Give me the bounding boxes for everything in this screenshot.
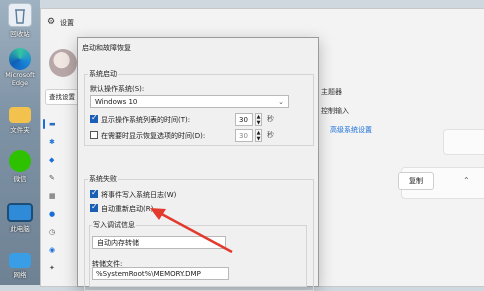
time-language-icon[interactable]: ◷ (49, 228, 59, 236)
system-icon[interactable]: ▬ (49, 120, 59, 128)
show-recovery-seconds[interactable]: 30 (235, 129, 253, 142)
show-os-list-checkbox[interactable] (90, 113, 98, 123)
this-pc-icon (7, 203, 33, 222)
accounts-icon[interactable]: ● (49, 210, 59, 218)
desktop-icon-label: 此电脑 (10, 225, 30, 233)
desktop-icon-label: 回收站 (10, 30, 30, 38)
startup-recovery-dialog: 启动和故障恢复 系统启动 默认操作系统(S): Windows 10 ⌄ 显示操… (77, 37, 319, 291)
desktop-icon-label: 微信 (13, 175, 27, 183)
desktop-icon-label: 文件夹 (10, 126, 30, 134)
debug-info-value: 自动内存转储 (97, 239, 139, 247)
settings-title: 设置 (60, 19, 74, 27)
dialog-title: 启动和故障恢复 (82, 44, 131, 52)
gear-icon: ⚙ (47, 17, 56, 27)
system-startup-label: 系统启动 (88, 69, 118, 79)
network-icon (9, 253, 31, 268)
desktop-icon-network[interactable]: 网络 (3, 250, 37, 279)
seconds-icon: 秒 (267, 131, 274, 139)
default-os-value: Windows 10 (95, 98, 138, 106)
avatar[interactable] (49, 49, 77, 77)
desktop-icon-label: Microsoft Edge (5, 71, 35, 87)
auto-restart-checkbox[interactable] (90, 202, 98, 212)
write-event-label: 将事件写入系统日志(W) (101, 191, 177, 199)
write-event-checkbox[interactable] (90, 188, 98, 198)
gaming-icon[interactable]: ◉ (49, 246, 59, 254)
debug-info-label: 写入调试信息 (92, 220, 136, 230)
chevron-down-icon: ⌄ (215, 239, 221, 247)
nav-selection-indicator (43, 119, 45, 129)
apps-icon[interactable]: ▦ (49, 192, 59, 200)
desktop-icon-folder[interactable]: 文件夹 (3, 103, 37, 134)
spin-stepper-icon[interactable]: ▲ ▼ (255, 129, 262, 142)
copy-button[interactable]: 复制 (398, 172, 434, 190)
settings-titlebar: ⚙ 设置 (41, 9, 484, 35)
default-os-select[interactable]: Windows 10 ⌄ (90, 95, 289, 108)
show-os-list-seconds[interactable]: 30 (235, 113, 253, 126)
seconds-icon: 秒 (267, 115, 274, 123)
desktop-icon-edge[interactable]: Microsoft Edge (3, 48, 37, 87)
default-os-label: 默认操作系统(S): (90, 85, 145, 93)
desktop-icon-label: 网络 (13, 271, 27, 279)
search-input[interactable]: 查找设置 (45, 89, 80, 105)
desktop-icon-recycle-bin[interactable]: 回收站 (3, 3, 37, 38)
chevron-up-icon[interactable]: ⌃ (463, 176, 470, 185)
personalization-icon[interactable]: ✎ (49, 174, 59, 182)
show-recovery-checkbox[interactable] (90, 131, 98, 139)
settings-right-text: 主题器 (321, 88, 342, 96)
spin-stepper-icon[interactable]: ▲ ▼ (255, 113, 262, 126)
settings-card (443, 129, 484, 155)
desktop: 回收站 Microsoft Edge 文件夹 微信 此电脑 网络 (0, 0, 40, 285)
advanced-system-settings-link[interactable]: 高级系统设置 (330, 125, 372, 135)
network-nav-icon[interactable]: ◆ (49, 156, 59, 164)
edge-icon (9, 48, 31, 70)
show-recovery-label: 在需要时显示恢复选项的时间(D): (101, 132, 206, 140)
chevron-down-icon: ⌄ (278, 98, 284, 106)
dump-file-input[interactable]: %SystemRoot%\MEMORY.DMP (92, 267, 229, 280)
settings-right-text: 控制输入 (321, 107, 349, 115)
accessibility-icon[interactable]: ✦ (49, 264, 59, 272)
show-os-list-label: 显示操作系统列表的时间(T): (101, 116, 191, 124)
bluetooth-icon[interactable]: ✱ (49, 138, 59, 146)
wechat-icon (9, 150, 31, 172)
system-failure-label: 系统失败 (88, 174, 118, 184)
folder-icon (9, 107, 31, 123)
debug-info-select[interactable]: 自动内存转储 ⌄ (92, 236, 226, 249)
auto-restart-label: 自动重新启动(R) (101, 205, 154, 213)
desktop-icon-this-pc[interactable]: 此电脑 (3, 200, 37, 233)
desktop-icon-wechat[interactable]: 微信 (3, 150, 37, 183)
recycle-bin-icon (8, 3, 32, 27)
